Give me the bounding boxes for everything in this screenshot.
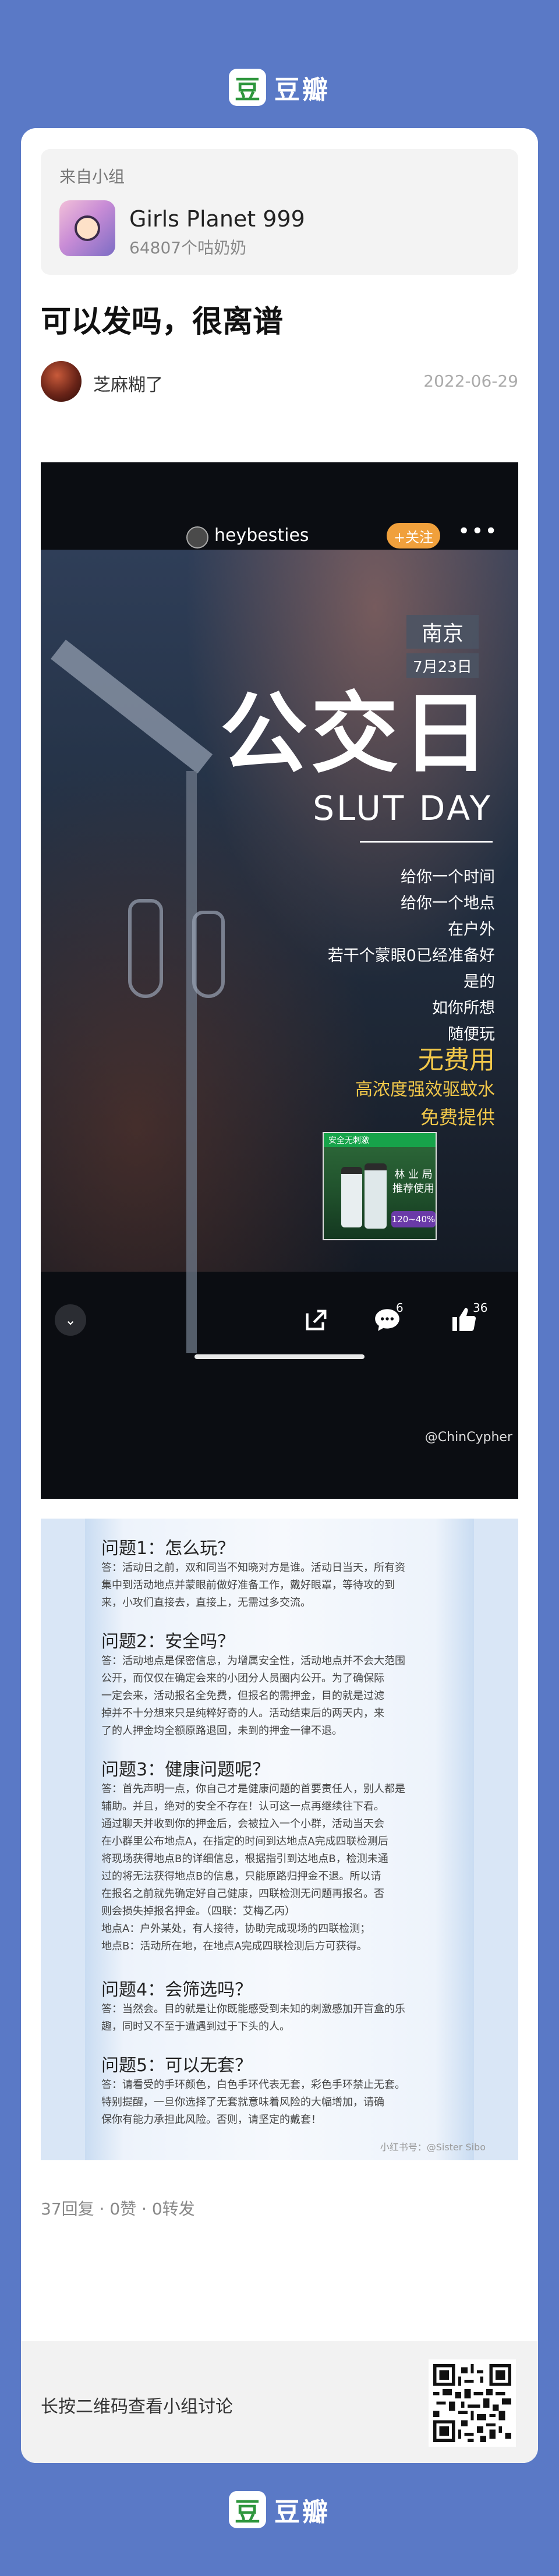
poster-headline: 公交日 <box>220 684 493 785</box>
repellent-ad-image: 安全无刺激 林 业 局 推荐使用 120~40% <box>323 1132 437 1240</box>
post-date: 2022-06-29 <box>423 371 518 391</box>
creator-avatar <box>186 526 208 549</box>
bus-handrail <box>51 639 213 774</box>
bus-pole <box>186 771 197 1353</box>
faq-question: 问题4：会筛选吗？ <box>101 1980 253 2000</box>
poster-line: 是的 <box>464 973 495 991</box>
poster-line: 如你所想 <box>432 999 495 1017</box>
group-avatar-face-icon <box>75 215 100 241</box>
faq-question: 问题3：健康问题呢？ <box>101 1760 270 1780</box>
poster-line: 若干个蒙眼0已经准备好 <box>327 947 495 965</box>
video-progress-bar <box>194 1354 365 1359</box>
poster-divider <box>360 841 493 843</box>
post-image-faq[interactable]: 问题1：怎么玩？ 答：活动日之前，双和同当不知晓对方是谁。活动日当天，所有资 集… <box>41 1519 518 2160</box>
faq-question: 问题2：安全吗？ <box>101 1632 235 1652</box>
from-group-label: 来自小组 <box>59 167 125 186</box>
douban-footer-logo: 豆 豆瓣 <box>0 2486 559 2533</box>
faq-question: 问题1：怎么玩？ <box>101 1538 235 1559</box>
xiaohongshu-watermark: 小红书号：@Sister Sibo <box>380 2142 486 2153</box>
bus-strap <box>192 911 225 998</box>
poster-free-offer: 免费提供 <box>420 1106 495 1128</box>
group-name[interactable]: Girls Planet 999 <box>129 206 305 232</box>
group-avatar[interactable] <box>59 200 115 256</box>
poster-text-lines: 给你一个时间 给你一个地点 在户外 若干个蒙眼0已经准备好 是的 如你所想 随便… <box>274 864 495 1048</box>
faq-answer: 答：首先声明一点，你自己才是健康问题的首要责任人，别人都是 辅助。并且，绝对的安… <box>101 1783 405 1952</box>
post-stats: 37回复 · 0赞 · 0转发 <box>41 2199 195 2218</box>
qr-prompt: 长按二维码查看小组讨论 <box>41 2397 233 2417</box>
comment-count: 6 <box>396 1301 404 1315</box>
city-label: 南京 <box>406 615 479 649</box>
poster-free-use: 无费用 <box>418 1045 495 1075</box>
qr-code-icon <box>433 2364 511 2442</box>
poster-line: 在户外 <box>448 921 495 939</box>
ad-badge: 120~40% <box>391 1211 436 1227</box>
like-count: 36 <box>473 1301 488 1315</box>
ad-tag: 安全无刺激 <box>324 1133 436 1147</box>
qr-footer: 长按二维码查看小组讨论 <box>21 2341 538 2463</box>
faq-answer: 答：活动日之前，双和同当不知晓对方是谁。活动日当天，所有资 集中到活动地点并蒙眼… <box>101 1562 405 1609</box>
ad-title: 林 业 局 推荐使用 <box>392 1169 434 1195</box>
video-controls: ⌄ 6 36 <box>41 1301 518 1347</box>
faq-answer: 答：请看受的手环颜色，白色手环代表无套，彩色手环禁止无套。 特别提醒，一旦你选择… <box>101 2079 405 2126</box>
poster-repellent: 高浓度强效驱蚊水 <box>355 1080 495 1100</box>
douban-logo-text: 豆瓣 <box>274 75 330 105</box>
douban-logo-text: 豆瓣 <box>274 2497 330 2527</box>
post-title: 可以发吗，很离谱 <box>41 305 284 339</box>
group-source-box[interactable]: 来自小组 Girls Planet 999 64807个咕奶奶 <box>41 149 518 275</box>
douban-logo-icon: 豆 <box>229 2491 266 2528</box>
bottle-icon <box>341 1167 362 1227</box>
poster-line: 给你一个地点 <box>401 894 495 912</box>
post-image-video-screenshot[interactable]: heybesties +关注 ••• 南京 7月23日 公交日 SLUT DAY… <box>41 462 518 1499</box>
share-icon <box>306 1310 327 1331</box>
bottle-icon <box>365 1163 387 1229</box>
faq-question: 问题5：可以无套？ <box>101 2055 253 2076</box>
follow-button: +关注 <box>387 523 440 549</box>
douban-logo-icon: 豆 <box>229 69 266 106</box>
poster-subheadline: SLUT DAY <box>313 788 493 828</box>
bus-strap <box>128 899 163 998</box>
qr-code[interactable] <box>429 2359 516 2447</box>
post-card: 来自小组 Girls Planet 999 64807个咕奶奶 可以发吗，很离谱… <box>21 128 538 2463</box>
poster-line: 给你一个时间 <box>401 868 495 886</box>
faq-answer: 答：活动地点是保密信息，为增属安全性，活动地点并不会大范围 公开，而仅仅在确定会… <box>101 1655 405 1737</box>
author-name[interactable]: 芝麻糊了 <box>93 370 163 396</box>
group-member-count: 64807个咕奶奶 <box>129 238 247 257</box>
weibo-watermark: @ChinCypher <box>424 1430 512 1445</box>
more-options-icon: ••• <box>458 519 498 543</box>
faq-answer: 答：当然会。目的就是让你既能感受到未知的刺激感加开盲盒的乐 趣，同时又不至于遭遇… <box>101 2003 405 2033</box>
author-avatar[interactable] <box>41 361 82 402</box>
douban-header-logo: 豆 豆瓣 <box>0 64 559 111</box>
event-date-label: 7月23日 <box>406 653 479 678</box>
chevron-down-icon: ⌄ <box>55 1304 86 1336</box>
creator-handle: heybesties <box>214 525 309 546</box>
